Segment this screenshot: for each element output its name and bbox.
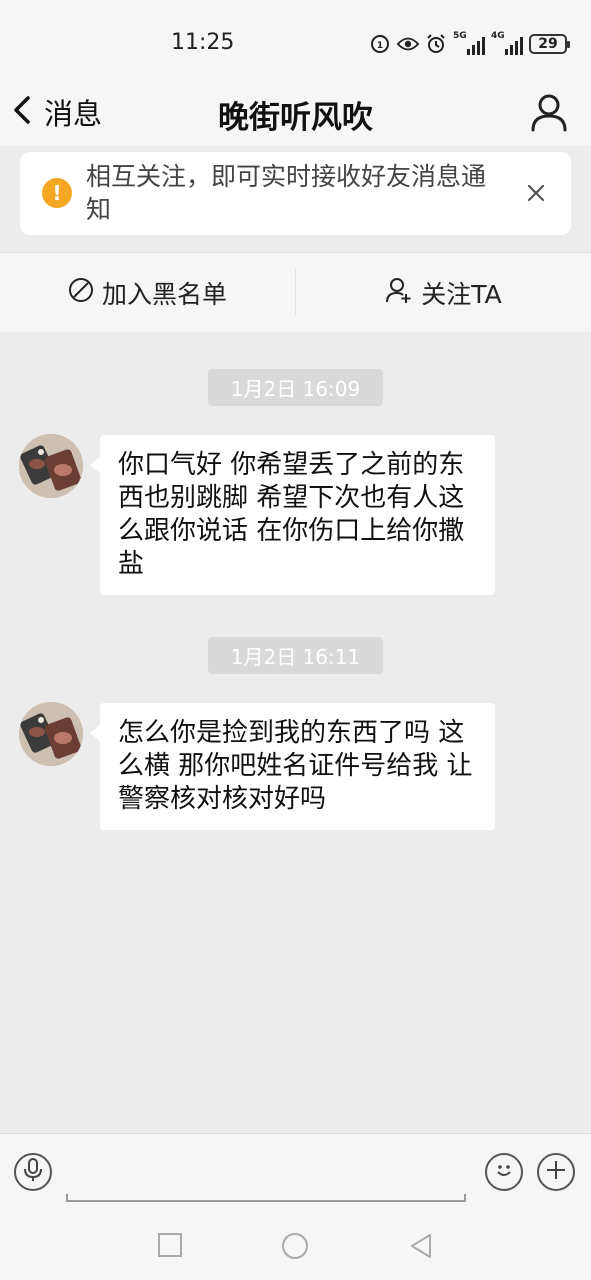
home-button[interactable] [281,1232,309,1264]
battery-level: 29 [538,36,558,52]
notice-text: 相互关注，即可实时接收好友消息通知 [86,162,487,224]
plus-icon [545,1159,567,1185]
network-5g-label: 5G [453,31,467,41]
signal-5g-icon: 5G [453,31,485,55]
message-time-chip: 1月2日 16:09 [208,369,383,406]
follow-notice-banner: ! 相互关注，即可实时接收好友消息通知 [20,152,571,235]
more-button[interactable] [537,1153,575,1191]
eye-icon [397,33,419,55]
message-input[interactable] [66,1144,466,1199]
voice-button[interactable] [14,1153,52,1191]
alert-icon: ! [42,178,72,208]
message-bubble: 怎么你是捡到我的东西了吗 这么横 那你吧姓名证件号给我 让警察核对核对好吗 [90,703,495,830]
triangle-icon [408,1234,434,1264]
follow-label: 关注TA [421,279,502,309]
message-time-chip: 1月2日 16:11 [208,637,383,674]
alarm-icon [425,33,447,55]
system-nav-bar [0,1210,591,1280]
follow-button[interactable]: 关注TA [296,253,591,332]
hd-call-icon: 1 [369,33,391,55]
notice-close-button[interactable] [521,178,551,208]
action-bar: 加入黑名单 关注TA [0,252,591,332]
blacklist-label: 加入黑名单 [101,279,227,309]
close-icon [521,184,551,212]
emoji-button[interactable] [485,1153,523,1191]
square-icon [157,1233,183,1262]
emoji-icon [491,1157,517,1187]
blacklist-button[interactable]: 加入黑名单 [0,253,295,332]
network-4g-label: 4G [491,31,505,41]
chat-title: 晚街听风吹 [218,100,373,136]
circle-icon [281,1233,309,1264]
status-time: 11:25 [171,30,235,55]
avatar[interactable] [19,434,83,498]
add-person-icon [385,276,421,310]
profile-button[interactable] [529,92,569,132]
status-icons: 1 5G 4G 29 [369,30,570,58]
recents-button[interactable] [157,1232,183,1262]
back-nav-button[interactable] [408,1232,434,1264]
status-bar: 11:25 1 5G 4G 29 [0,0,591,80]
chat-header: 消息 晚街听风吹 [0,80,591,146]
person-icon [529,94,569,136]
input-bar [0,1133,591,1210]
svg-text:1: 1 [377,41,383,51]
input-underline [66,1194,466,1202]
block-icon [68,277,102,309]
microphone-icon [22,1157,44,1187]
message-bubble: 你口气好 你希望丢了之前的东西也别跳脚 希望下次也有人这么跟你说话 在你伤口上给… [90,435,495,595]
signal-4g-icon: 4G [491,31,523,55]
avatar[interactable] [19,702,83,766]
battery-icon: 29 [529,34,570,54]
